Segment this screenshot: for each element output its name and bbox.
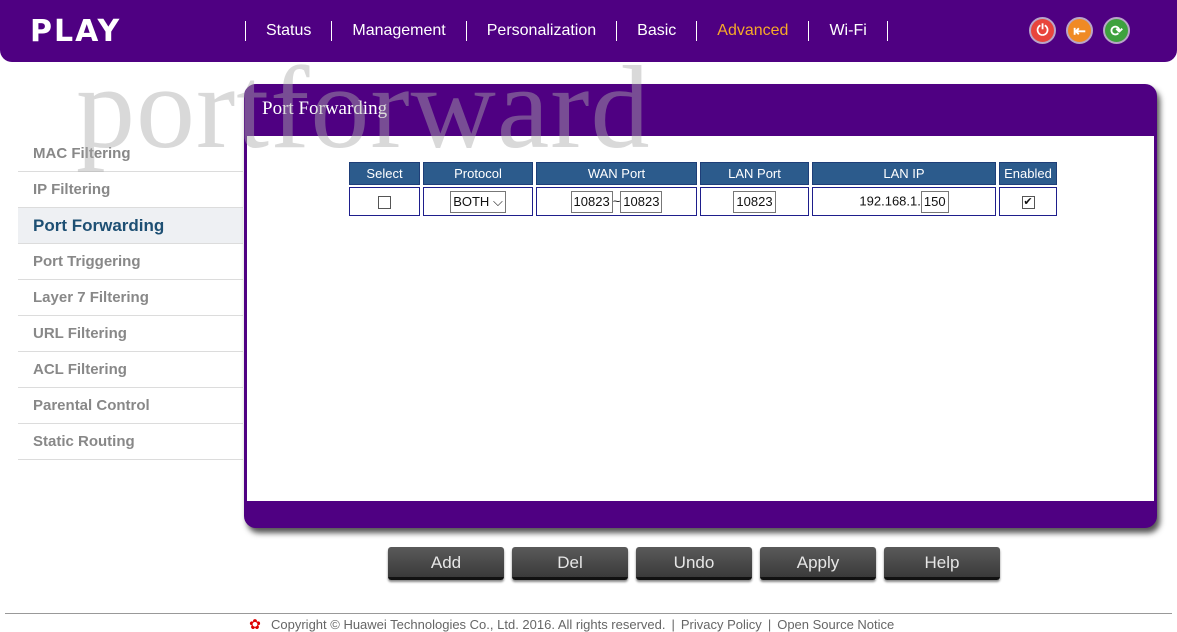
sidebar-item-parental-control[interactable]: Parental Control — [18, 388, 243, 424]
panel-footer — [244, 501, 1157, 528]
chevron-down-icon: ⌵ — [492, 193, 503, 209]
wan-port-start-input[interactable]: 10823 — [570, 190, 613, 213]
footer-separator: | — [767, 616, 772, 632]
protocol-select[interactable]: BOTH ⌵ — [450, 190, 506, 213]
apply-button[interactable]: Apply — [760, 547, 876, 580]
nav-divider — [886, 21, 888, 41]
lan-ip-prefix: 192.168.1. — [859, 192, 921, 208]
lan-port-input[interactable]: 10823 — [733, 190, 776, 213]
logout-icon[interactable]: ⇤ — [1066, 17, 1093, 44]
panel-title: Port Forwarding — [262, 98, 388, 119]
nav-basic[interactable]: Basic — [617, 22, 696, 40]
lan-ip-last-octet-input[interactable]: 150 — [920, 190, 949, 213]
wan-port-separator: ~ — [612, 192, 621, 208]
nav-management[interactable]: Management — [332, 22, 465, 40]
sidebar-item-static-routing[interactable]: Static Routing — [18, 424, 243, 460]
footer: ✿ Copyright © Huawei Technologies Co., L… — [245, 616, 894, 632]
open-source-notice-link[interactable]: Open Source Notice — [777, 617, 894, 632]
footer-divider — [5, 613, 1172, 614]
copyright-text: Copyright © Huawei Technologies Co., Ltd… — [271, 616, 666, 632]
del-button[interactable]: Del — [512, 547, 628, 580]
sidebar-item-mac-filtering[interactable]: MAC Filtering — [18, 136, 243, 172]
nav-status[interactable]: Status — [246, 22, 331, 40]
huawei-logo-icon: ✿ — [249, 616, 261, 632]
header-enabled: Enabled — [999, 162, 1057, 185]
header-lan-ip: LAN IP — [812, 162, 996, 185]
privacy-policy-link[interactable]: Privacy Policy — [681, 617, 762, 632]
sidebar: MAC Filtering IP Filtering Port Forwardi… — [18, 136, 243, 460]
port-forwarding-table: Select Protocol WAN Port LAN Port LAN IP… — [346, 160, 1060, 218]
top-nav: Status Management Personalization Basic … — [245, 21, 888, 41]
nav-advanced[interactable]: Advanced — [697, 22, 808, 40]
table-row: BOTH ⌵ 10823 ~10823 10823 192.168.1. 150 ✔ — [349, 187, 1057, 216]
table-header-row: Select Protocol WAN Port LAN Port LAN IP… — [349, 162, 1057, 185]
wan-port-end-input[interactable]: 10823 — [620, 190, 663, 213]
header-lan-port: LAN Port — [700, 162, 809, 185]
select-checkbox[interactable] — [378, 196, 391, 210]
sidebar-item-port-triggering[interactable]: Port Triggering — [18, 244, 243, 280]
panel-body: Select Protocol WAN Port LAN Port LAN IP… — [247, 136, 1154, 501]
sidebar-item-port-forwarding[interactable]: Port Forwarding — [18, 208, 243, 244]
protocol-value: BOTH — [453, 193, 490, 209]
nav-personalization[interactable]: Personalization — [467, 22, 616, 40]
header-wan-port: WAN Port — [536, 162, 697, 185]
sidebar-item-url-filtering[interactable]: URL Filtering — [18, 316, 243, 352]
play-logo: PLAY — [30, 14, 122, 49]
footer-separator: | — [671, 616, 675, 632]
sidebar-item-acl-filtering[interactable]: ACL Filtering — [18, 352, 243, 388]
header: PLAY Status Management Personalization B… — [0, 0, 1177, 62]
undo-button[interactable]: Undo — [636, 547, 752, 580]
action-buttons: Add Del Undo Apply Help — [388, 547, 1000, 580]
add-button[interactable]: Add — [388, 547, 504, 580]
sidebar-item-ip-filtering[interactable]: IP Filtering — [18, 172, 243, 208]
enabled-checkbox[interactable]: ✔ — [1021, 196, 1035, 210]
refresh-icon[interactable]: ⟳ — [1103, 17, 1130, 44]
power-icon[interactable]: ⏻ — [1029, 17, 1056, 44]
nav-wifi[interactable]: Wi-Fi — [809, 22, 886, 40]
help-button[interactable]: Help — [884, 547, 1000, 580]
header-select: Select — [349, 162, 420, 185]
port-forwarding-panel: Port Forwarding Select Protocol WAN Port… — [244, 84, 1157, 528]
header-protocol: Protocol — [423, 162, 533, 185]
sidebar-item-layer7-filtering[interactable]: Layer 7 Filtering — [18, 280, 243, 316]
